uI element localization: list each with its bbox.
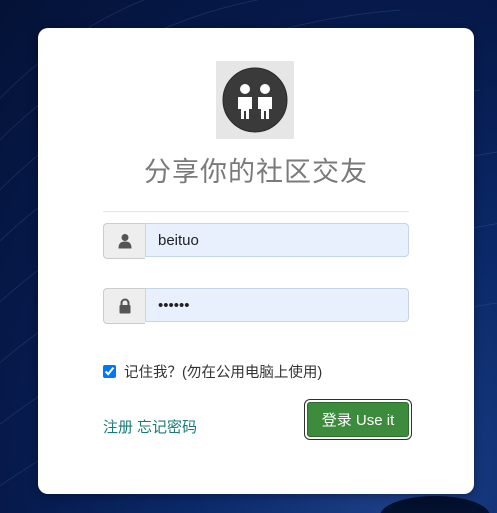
register-link[interactable]: 注册 <box>103 419 133 436</box>
community-logo <box>216 61 294 139</box>
remember-checkbox[interactable] <box>103 365 116 378</box>
login-card: 分享你的社区交友 记住我？(勿在公用电脑上使用) 注册忘记密码 登录 Use i… <box>38 28 474 494</box>
username-group <box>103 223 409 259</box>
brand-title: 分享你的社区交友 <box>144 157 368 188</box>
account-links: 注册 忘记密码 <box>103 416 197 437</box>
password-group <box>103 288 409 324</box>
password-input[interactable] <box>145 288 409 322</box>
remember-label: 记住我？(勿在公用电脑上使用) <box>124 365 323 381</box>
forgot-password-link[interactable]: 忘记密码 <box>137 419 197 436</box>
divider <box>103 211 409 212</box>
username-input[interactable] <box>145 223 409 257</box>
username-addon <box>103 223 145 259</box>
login-button[interactable]: 登录 Use it <box>307 402 409 437</box>
password-addon <box>103 288 145 324</box>
lock-icon <box>119 298 130 314</box>
remember-me[interactable]: 记住我？(勿在公用电脑上使用) <box>103 361 322 382</box>
people-icon <box>222 67 288 133</box>
user-icon <box>118 234 131 249</box>
